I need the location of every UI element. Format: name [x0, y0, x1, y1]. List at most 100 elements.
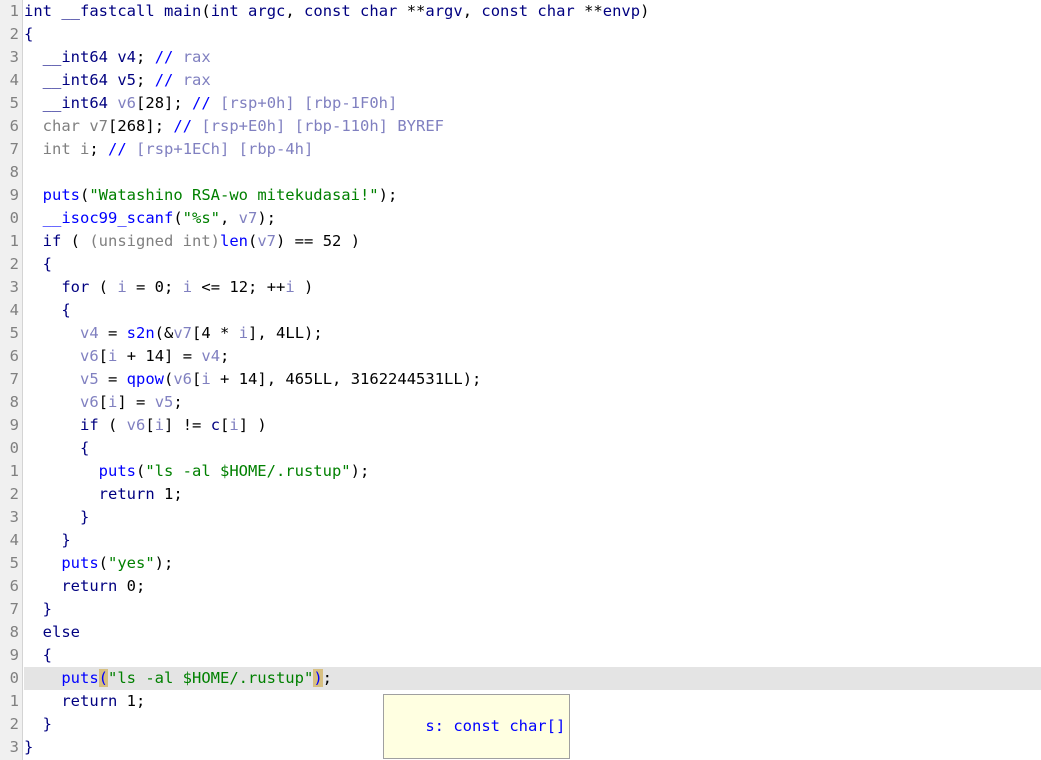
token-kw[interactable]: int	[24, 2, 52, 20]
code-line[interactable]: 6 return 0;	[0, 575, 1041, 598]
token-fn[interactable]: s2n	[127, 324, 155, 342]
token-var[interactable]: v6	[127, 416, 146, 434]
token-var[interactable]: v5	[155, 393, 174, 411]
code-line[interactable]: 6 v6[i + 14] = v4;	[0, 345, 1041, 368]
code-line[interactable]: 9 puts("Watashino RSA-wo mitekudasai!");	[0, 184, 1041, 207]
code-line-text[interactable]: {	[24, 253, 52, 276]
token-kw[interactable]: if	[43, 232, 62, 250]
token-var[interactable]: i	[183, 278, 192, 296]
code-line[interactable]: 7 v5 = qpow(v6[i + 14], 465LL, 316224453…	[0, 368, 1041, 391]
code-line-text[interactable]: return 0;	[24, 575, 145, 598]
token-var[interactable]: i	[285, 278, 294, 296]
token-kw[interactable]: v4	[117, 48, 136, 66]
token-fn[interactable]: puts	[43, 186, 80, 204]
token-kw[interactable]: if	[80, 416, 99, 434]
token-kw[interactable]: }	[61, 531, 70, 549]
code-line-text[interactable]: __int64 v4; // rax	[24, 46, 211, 69]
code-line-text[interactable]: int __fastcall main(int argc, const char…	[24, 0, 649, 23]
code-line[interactable]: 5 puts("yes");	[0, 552, 1041, 575]
code-line-text[interactable]: for ( i = 0; i <= 12; ++i )	[24, 276, 313, 299]
code-line[interactable]: 5 v4 = s2n(&v7[4 * i], 4LL);	[0, 322, 1041, 345]
token-kw[interactable]: main	[164, 2, 201, 20]
code-line-text[interactable]: v5 = qpow(v6[i + 14], 465LL, 3162244531L…	[24, 368, 481, 391]
code-line-text[interactable]: }	[24, 506, 89, 529]
token-kw[interactable]: __int64	[43, 71, 108, 89]
token-kw[interactable]: }	[43, 715, 52, 733]
code-line-text[interactable]: if ( v6[i] != c[i] )	[24, 414, 267, 437]
code-line[interactable]: 9 {	[0, 644, 1041, 667]
code-line-text[interactable]: v4 = s2n(&v7[4 * i], 4LL);	[24, 322, 323, 345]
token-kw[interactable]: else	[43, 623, 80, 641]
code-line-text[interactable]: char v7[268]; // [rsp+E0h] [rbp-110h] BY…	[24, 115, 444, 138]
token-fn[interactable]: qpow	[127, 370, 164, 388]
token-kw[interactable]: return	[61, 692, 117, 710]
code-line[interactable]: 7 }	[0, 598, 1041, 621]
code-line-text[interactable]: else	[24, 621, 80, 644]
code-line-text[interactable]: return 1;	[24, 483, 183, 506]
token-kw[interactable]: for	[61, 278, 89, 296]
token-var[interactable]: v6	[117, 94, 136, 112]
code-line-text[interactable]: int i; // [rsp+1ECh] [rbp-4h]	[24, 138, 314, 161]
code-line[interactable]: 1 int __fastcall main(int argc, const cha…	[0, 0, 1041, 23]
token-kw[interactable]: return	[61, 577, 117, 595]
token-kw[interactable]: {	[24, 25, 33, 43]
token-var[interactable]: v6	[80, 393, 99, 411]
token-var[interactable]: v4	[80, 324, 99, 342]
token-kw[interactable]: envp	[603, 2, 640, 20]
code-line[interactable]: 4 __int64 v5; // rax	[0, 69, 1041, 92]
token-kw[interactable]: v5	[117, 71, 136, 89]
token-fn[interactable]: puts	[61, 554, 98, 572]
token-var[interactable]: i	[108, 347, 117, 365]
token-kw[interactable]: {	[43, 646, 52, 664]
code-line[interactable]: 3 for ( i = 0; i <= 12; ++i )	[0, 276, 1041, 299]
token-kw[interactable]: {	[80, 439, 89, 457]
code-line[interactable]: 7 int i; // [rsp+1ECh] [rbp-4h]	[0, 138, 1041, 161]
token-fn[interactable]: puts	[61, 669, 98, 687]
code-line-text[interactable]: if ( (unsigned int)len(v7) == 52 )	[24, 230, 360, 253]
token-fn[interactable]: __isoc99_scanf	[43, 209, 174, 227]
code-line[interactable]: 1 puts("ls -al $HOME/.rustup");	[0, 460, 1041, 483]
token-kw[interactable]: }	[43, 600, 52, 618]
code-line-text[interactable]: }	[24, 598, 52, 621]
code-line-text[interactable]: }	[24, 529, 70, 552]
token-kw[interactable]: char	[537, 2, 574, 20]
code-line-text[interactable]: return 1;	[24, 690, 145, 713]
code-line-text[interactable]: puts("ls -al $HOME/.rustup");	[24, 460, 370, 483]
token-var[interactable]: i	[108, 393, 117, 411]
token-kw[interactable]: argc	[248, 2, 285, 20]
code-line-text[interactable]: __int64 v5; // rax	[24, 69, 211, 92]
code-line-text[interactable]: v6[i + 14] = v4;	[24, 345, 229, 368]
token-fn[interactable]: puts	[99, 462, 136, 480]
token-var[interactable]: i	[155, 416, 164, 434]
code-line-text[interactable]: {	[24, 437, 89, 460]
code-line-text[interactable]: {	[24, 299, 70, 322]
code-line-text[interactable]: __isoc99_scanf("%s", v7);	[24, 207, 276, 230]
code-line-text[interactable]: puts("yes");	[24, 552, 173, 575]
code-line-text[interactable]: {	[24, 644, 52, 667]
code-line[interactable]: 8 else	[0, 621, 1041, 644]
code-line[interactable]: 2 {	[0, 253, 1041, 276]
code-line[interactable]: 0 puts("ls -al $HOME/.rustup");	[0, 667, 1041, 690]
code-line[interactable]: 3 __int64 v4; // rax	[0, 46, 1041, 69]
token-var[interactable]: v4	[201, 347, 220, 365]
code-line[interactable]: 5 __int64 v6[28]; // [rsp+0h] [rbp-1F0h]	[0, 92, 1041, 115]
code-line[interactable]: 3 }	[0, 506, 1041, 529]
code-line[interactable]: 8 v6[i] = v5;	[0, 391, 1041, 414]
token-var[interactable]: v7	[239, 209, 258, 227]
token-kw[interactable]: return	[99, 485, 155, 503]
token-kw[interactable]: c	[211, 416, 220, 434]
code-area[interactable]: 1 int __fastcall main(int argc, const cha…	[0, 0, 1041, 760]
token-kw[interactable]: __fastcall	[61, 2, 154, 20]
code-line[interactable]: 6 char v7[268]; // [rsp+E0h] [rbp-110h] …	[0, 115, 1041, 138]
code-line[interactable]: 4 {	[0, 299, 1041, 322]
token-kw[interactable]: }	[80, 508, 89, 526]
token-var[interactable]: i	[229, 416, 238, 434]
token-var[interactable]: v6	[173, 370, 192, 388]
token-var[interactable]: v7	[173, 324, 192, 342]
code-line[interactable]: 0 {	[0, 437, 1041, 460]
code-line-text[interactable]: puts("ls -al $HOME/.rustup");	[24, 667, 332, 690]
token-kw[interactable]: {	[61, 301, 70, 319]
code-line[interactable]: 0 __isoc99_scanf("%s", v7);	[0, 207, 1041, 230]
code-line-text[interactable]: }	[24, 736, 33, 759]
code-line[interactable]: 2 return 1;	[0, 483, 1041, 506]
